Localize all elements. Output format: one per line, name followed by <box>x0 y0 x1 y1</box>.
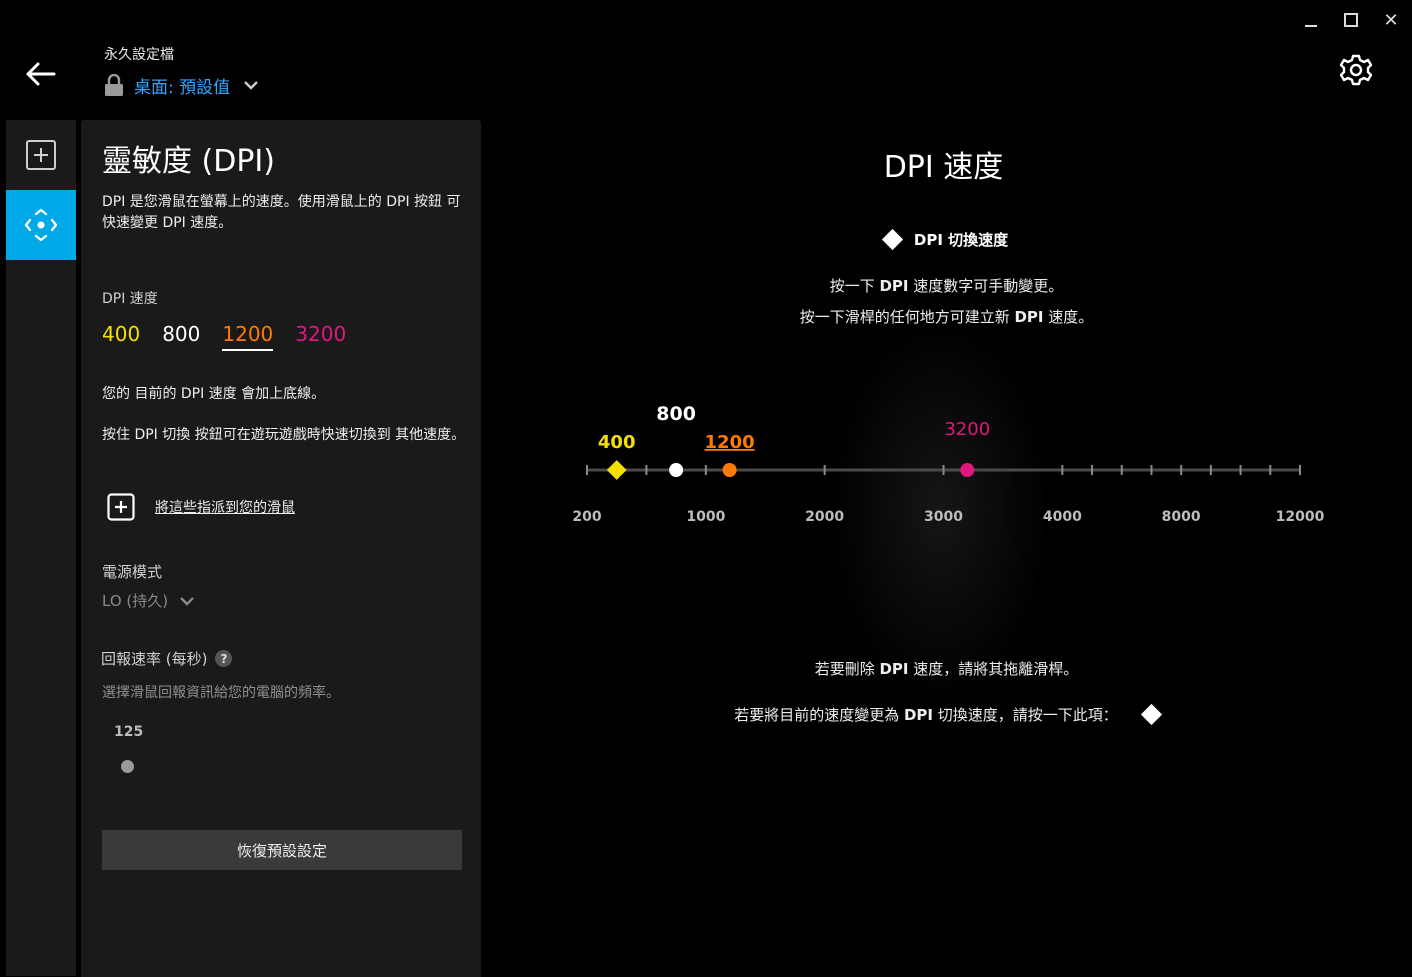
instruction-bold: DPI <box>879 659 909 678</box>
slider-points: 400 800 1200 3200 <box>598 403 990 480</box>
report-rate-description: 選擇滑鼠回報資訊給您的電腦的頻率。 <box>102 685 340 701</box>
instruction-text: 若要將目前的速度變更為 <box>734 706 900 724</box>
chevron-down-icon <box>244 81 258 90</box>
maximize-button[interactable] <box>1336 8 1366 32</box>
move-arrows-icon <box>24 208 58 242</box>
axis-label-8000: 8000 <box>1161 509 1201 525</box>
assign-to-mouse-link[interactable]: 將這些指派到您的滑鼠 <box>107 493 295 521</box>
instruction-bold: DPI <box>879 276 909 295</box>
instruction-text: 切換速度，請按一下此項： <box>937 706 1118 724</box>
power-mode-dropdown[interactable]: LO (持久) <box>102 590 194 611</box>
settings-button[interactable] <box>1338 52 1374 88</box>
dpi-point-400[interactable] <box>606 460 627 480</box>
dpi-point-label-3200[interactable]: 3200 <box>944 419 990 440</box>
instruction-text: 按一下滑桿的任何地方可建立新 <box>799 308 1010 326</box>
power-mode-label: 電源模式 <box>102 563 163 581</box>
axis-label-12000: 12000 <box>1275 509 1325 525</box>
dpi-shift-note: 按住 DPI 切換 按鈕可在遊玩遊戲時快速切換到 其他速度。 <box>102 427 466 443</box>
chevron-down-icon <box>180 596 194 606</box>
close-icon: ✕ <box>1383 9 1399 31</box>
help-icon[interactable]: ? <box>215 650 233 667</box>
dpi-value-400[interactable]: 400 <box>102 322 140 351</box>
tool-rail <box>6 120 76 976</box>
instruction-bold: DPI <box>903 705 934 724</box>
instruction-text: 速度數字可手動變更。 <box>913 277 1064 295</box>
axis-label-4000: 4000 <box>1042 509 1082 525</box>
axis-label-200: 200 <box>572 509 602 525</box>
slider-ticks <box>586 465 1301 475</box>
dpi-value-800[interactable]: 800 <box>162 322 200 351</box>
dpi-value-1200[interactable]: 1200 <box>222 322 274 351</box>
profile-name: 桌面: 預設值 <box>134 77 231 98</box>
axis-label-1000: 1000 <box>686 509 726 525</box>
minimize-icon <box>1305 25 1317 27</box>
instruction-line-1: 按一下 DPI 速度數字可手動變更。 <box>481 275 1412 296</box>
dpi-values: 400 800 1200 3200 <box>102 322 346 351</box>
axis-label-3000: 3000 <box>924 509 963 525</box>
panel-description: DPI 是您滑鼠在螢幕上的速度。使用滑鼠上的 DPI 按鈕 可快速變更 DPI … <box>102 194 461 231</box>
dpi-point-label-800[interactable]: 800 <box>656 403 696 425</box>
dpi-shift-legend-label: DPI 切換速度 <box>913 231 1009 249</box>
instruction-text: 速度。 <box>1048 308 1094 326</box>
assign-label: 將這些指派到您的滑鼠 <box>155 500 295 516</box>
set-shift-diamond-button[interactable] <box>1140 703 1162 726</box>
report-rate-title: 回報速率 (每秒) ? <box>101 648 233 669</box>
dpi-label: DPI 速度 <box>102 291 158 307</box>
diamond-icon <box>881 228 903 251</box>
delete-instruction: 若要刪除 DPI 速度，請將其拖離滑桿。 <box>481 658 1412 679</box>
lock-icon <box>105 74 123 96</box>
restore-defaults-button[interactable]: 恢復預設設定 <box>102 830 462 870</box>
report-rate-label: 回報速率 (每秒) <box>101 650 208 668</box>
dpi-point-label-400[interactable]: 400 <box>598 432 636 453</box>
instruction-line-2: 按一下滑桿的任何地方可建立新 DPI 速度。 <box>481 306 1412 327</box>
report-rate-value: 125 <box>114 724 144 740</box>
back-button[interactable] <box>22 58 58 90</box>
minimize-button[interactable] <box>1296 8 1326 32</box>
dpi-point-1200[interactable] <box>722 463 737 477</box>
sensitivity-tab[interactable] <box>6 190 76 260</box>
axis-label-2000: 2000 <box>805 509 845 525</box>
dpi-point-3200[interactable] <box>960 463 975 477</box>
report-rate-slider-handle[interactable] <box>121 760 134 773</box>
gear-icon <box>1339 54 1373 86</box>
dpi-point-label-1200[interactable]: 1200 <box>705 432 755 453</box>
profile-label: 永久設定檔 <box>104 47 174 63</box>
instruction-text: 若要刪除 <box>814 660 875 678</box>
instruction-bold: DPI <box>1014 307 1044 326</box>
arrow-left-icon <box>26 62 56 86</box>
current-dpi-note: 您的 目前的 DPI 速度 會加上底線。 <box>102 386 326 402</box>
dpi-shift-legend: DPI 切換速度 <box>481 228 1412 251</box>
dpi-value-3200[interactable]: 3200 <box>295 322 346 351</box>
plus-square-icon <box>107 493 135 521</box>
dpi-point-800[interactable] <box>669 463 684 477</box>
maximize-icon <box>1344 13 1358 27</box>
set-shift-instruction: 若要將目前的速度變更為 DPI 切換速度，請按一下此項： <box>481 703 1412 726</box>
sensitivity-panel: 靈敏度 (DPI) DPI 是您滑鼠在螢幕上的速度。使用滑鼠上的 DPI 按鈕 … <box>81 120 481 977</box>
instruction-text: 按一下 <box>829 277 875 295</box>
power-mode-value: LO (持久) <box>102 592 169 610</box>
close-button[interactable]: ✕ <box>1376 8 1406 32</box>
instruction-text: 速度，請將其拖離滑桿。 <box>913 660 1079 678</box>
profile-selector[interactable]: 桌面: 預設值 <box>104 72 258 98</box>
dpi-speed-title: DPI 速度 <box>883 150 1004 185</box>
